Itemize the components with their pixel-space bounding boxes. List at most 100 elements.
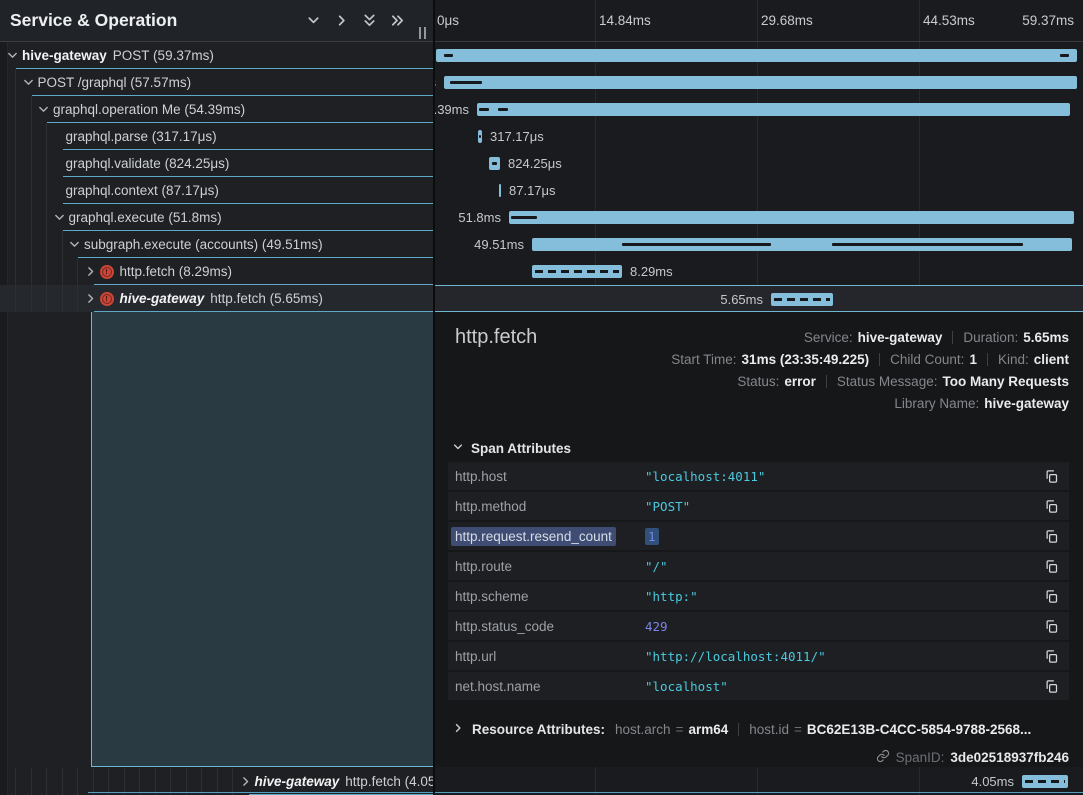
- copy-value-button[interactable]: [1041, 527, 1061, 545]
- span-duration-bar[interactable]: [532, 238, 1072, 251]
- duration-label: 5.65ms: [720, 292, 763, 307]
- span-label: graphql.operation Me (54.39ms): [53, 102, 245, 117]
- panel-resize-divider[interactable]: [433, 0, 435, 795]
- attribute-value: "localhost": [645, 679, 728, 694]
- timeline-row: 49.51ms: [435, 231, 1083, 258]
- attribute-row[interactable]: http.url"http://localhost:4011/": [448, 642, 1069, 670]
- timeline-row: 4.05ms: [435, 768, 1083, 795]
- attribute-row[interactable]: http.status_code429: [448, 612, 1069, 640]
- span-tree-row[interactable]: hive-gatewayhttp.fetch (4.05ms): [0, 768, 433, 795]
- span-detail-panel: http.fetch Service:hive-gatewayDuration:…: [435, 312, 1083, 767]
- duration-label: 51.8ms: [458, 210, 501, 225]
- span-duration-bar[interactable]: [436, 49, 1077, 62]
- chevron-down-icon[interactable]: [53, 211, 66, 224]
- duration-label: 49.51ms: [474, 237, 524, 252]
- attribute-row[interactable]: http.scheme"http:": [448, 582, 1069, 610]
- span-id-row: SpanID: 3de02518937fb246: [876, 746, 1069, 768]
- span-label: POST /graphql (57.57ms): [38, 75, 192, 90]
- span-label: subgraph.execute (accounts) (49.51ms): [84, 237, 323, 252]
- span-duration-bar[interactable]: [444, 76, 1077, 89]
- duration-label: 87.17μs: [509, 183, 556, 198]
- span-label: graphql.context (87.17μs): [66, 183, 219, 198]
- detail-meta-line: Status:errorStatus Message:Too Many Requ…: [671, 371, 1069, 393]
- chevron-down-icon[interactable]: [6, 49, 19, 62]
- copy-value-button[interactable]: [1041, 497, 1061, 515]
- chevron-right-icon[interactable]: [239, 775, 252, 788]
- span-tree-row[interactable]: graphql.parse (317.17μs): [0, 123, 433, 150]
- trace-viewer: Service & Operation hive-gatewayPOST (59…: [0, 0, 1083, 795]
- duration-label: 8.29ms: [630, 264, 673, 279]
- chevron-right-icon[interactable]: [84, 265, 97, 278]
- attribute-value: "localhost:4011": [645, 469, 765, 484]
- span-tree-row[interactable]: hive-gatewayPOST (59.37ms): [0, 42, 433, 69]
- span-attributes-table: http.host"localhost:4011" http.method "POS…: [448, 462, 1069, 702]
- attribute-value: "http://localhost:4011/": [645, 649, 826, 664]
- link-icon[interactable]: [876, 749, 890, 766]
- span-attributes-header-label: Span Attributes: [471, 441, 571, 456]
- chevron-right-icon[interactable]: [84, 292, 97, 305]
- span-label: POST (59.37ms): [113, 48, 214, 63]
- span-tree-row[interactable]: graphql.context (87.17μs): [0, 177, 433, 204]
- attribute-row[interactable]: http.route "/": [448, 552, 1069, 580]
- detail-meta: Service:hive-gatewayDuration:5.65msStart…: [671, 327, 1069, 415]
- attribute-key: http.scheme: [455, 589, 529, 604]
- span-duration-bar[interactable]: [477, 103, 1070, 116]
- span-duration-bar[interactable]: [532, 265, 622, 278]
- duration-label: 317.17μs: [490, 129, 544, 144]
- attribute-row[interactable]: http.method "POST": [448, 492, 1069, 520]
- selected-span-children-region[interactable]: [91, 312, 433, 767]
- attribute-key: http.status_code: [455, 619, 554, 634]
- duration-label: 4.05ms: [971, 774, 1014, 789]
- attribute-value: "POST": [645, 499, 690, 514]
- span-tree-row[interactable]: ! hive-gateway http.fetch (5.65ms): [0, 285, 433, 312]
- chevron-down-icon[interactable]: [37, 103, 50, 116]
- span-tree-row[interactable]: subgraph.execute (accounts) (49.51ms): [0, 231, 433, 258]
- copy-value-button[interactable]: [1041, 677, 1061, 695]
- timeline-row: [435, 42, 1083, 69]
- span-duration-bar[interactable]: [509, 211, 1074, 224]
- attribute-key: http.method: [455, 499, 526, 514]
- copy-value-button[interactable]: [1041, 557, 1061, 575]
- detail-meta-line: Start Time:31ms (23:35:49.225)Child Coun…: [671, 349, 1069, 371]
- span-tree-row[interactable]: graphql.operation Me (54.39ms): [0, 96, 433, 123]
- copy-value-button[interactable]: [1041, 647, 1061, 665]
- resize-handle-icon[interactable]: [419, 27, 428, 39]
- duration-label: 824.25μs: [508, 156, 562, 171]
- attribute-row[interactable]: net.host.name "localhost": [448, 672, 1069, 700]
- span-id-label: SpanID:: [896, 750, 945, 765]
- attribute-key: http.request.resend_count: [451, 527, 616, 546]
- timeline-row-selected: 5.65ms: [435, 285, 1083, 312]
- span-duration-bar[interactable]: [489, 157, 500, 170]
- span-label: graphql.parse (317.17μs): [66, 129, 217, 144]
- span-tree-row[interactable]: graphql.execute (51.8ms): [0, 204, 433, 231]
- resource-attributes-toggle[interactable]: Resource Attributes: host.arch=arm64host…: [452, 714, 1069, 744]
- attribute-key: http.route: [455, 559, 512, 574]
- span-tree-row[interactable]: graphql.validate (824.25μs): [0, 150, 433, 177]
- resource-attributes-header-label: Resource Attributes:: [472, 722, 605, 737]
- attribute-row[interactable]: http.host"localhost:4011": [448, 462, 1069, 490]
- attribute-key: net.host.name: [455, 679, 541, 694]
- attribute-row[interactable]: http.request.resend_count1: [448, 522, 1069, 550]
- timeline-row: 8.29ms: [435, 258, 1083, 285]
- attribute-value: "/": [645, 559, 668, 574]
- error-status-icon: !: [100, 292, 114, 306]
- chevron-down-icon[interactable]: [68, 238, 81, 251]
- copy-value-button[interactable]: [1041, 617, 1061, 635]
- span-duration-bar[interactable]: [771, 293, 833, 306]
- service-name: hive-gateway: [120, 291, 205, 306]
- copy-value-button[interactable]: [1041, 587, 1061, 605]
- span-tree-row[interactable]: POST /graphql (57.57ms): [0, 69, 433, 96]
- span-duration-bar[interactable]: [1022, 775, 1068, 788]
- span-duration-bar[interactable]: [499, 184, 501, 197]
- span-label: http.fetch (5.65ms): [210, 291, 323, 306]
- detail-span-title: http.fetch: [455, 326, 537, 349]
- span-tree-row[interactable]: !http.fetch (8.29ms): [0, 258, 433, 285]
- copy-value-button[interactable]: [1041, 467, 1061, 485]
- timeline-row: 54.39ms: [435, 96, 1083, 123]
- timeline-panel: 0μs14.84ms29.68ms44.53ms59.37ms 57.57ms5…: [435, 0, 1083, 795]
- detail-meta-line: Service:hive-gatewayDuration:5.65ms: [671, 327, 1069, 349]
- chevron-down-icon[interactable]: [22, 76, 35, 89]
- span-duration-bar[interactable]: [478, 130, 482, 143]
- timeline-row: 51.8ms: [435, 204, 1083, 231]
- span-attributes-toggle[interactable]: Span Attributes: [452, 441, 571, 456]
